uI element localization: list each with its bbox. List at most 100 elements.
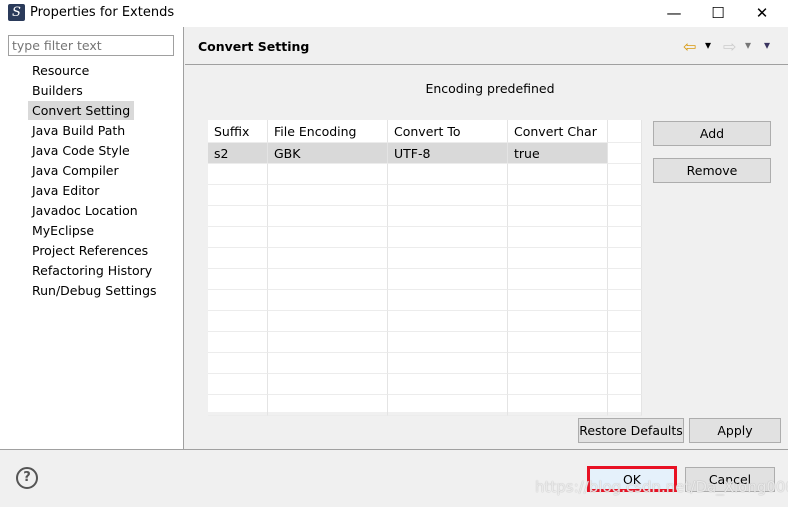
apply-button[interactable]: Apply [689, 418, 781, 443]
nav-item[interactable]: Javadoc Location [28, 201, 142, 220]
ok-button[interactable]: OK [587, 466, 677, 492]
close-button[interactable]: ✕ [740, 0, 784, 27]
remove-button[interactable]: Remove [653, 158, 771, 183]
empty-cell [268, 311, 388, 332]
filter-input[interactable] [8, 35, 174, 56]
empty-cell [388, 395, 508, 416]
help-icon[interactable]: ? [16, 467, 38, 489]
empty-cell [508, 227, 608, 248]
empty-cell [508, 269, 608, 290]
column-header[interactable]: Suffix [208, 120, 268, 143]
column-header[interactable] [608, 120, 642, 143]
column-header[interactable]: Convert Char [508, 120, 608, 143]
empty-cell [508, 290, 608, 311]
nav-item[interactable]: Refactoring History [28, 261, 156, 280]
minimize-button[interactable]: — [652, 0, 696, 27]
empty-cell [508, 248, 608, 269]
empty-cell [388, 164, 508, 185]
page-title: Convert Setting [198, 39, 310, 54]
empty-cell [508, 206, 608, 227]
empty-cell [388, 206, 508, 227]
empty-cell [608, 332, 642, 353]
empty-cell [508, 311, 608, 332]
empty-cell [508, 332, 608, 353]
empty-cell [388, 374, 508, 395]
empty-cell [608, 185, 642, 206]
maximize-button[interactable]: ☐ [696, 0, 740, 27]
window-title: Properties for Extends [30, 5, 175, 20]
nav-item[interactable]: Java Code Style [28, 141, 134, 160]
empty-cell [608, 248, 642, 269]
empty-cell [508, 185, 608, 206]
restore-defaults-button[interactable]: Restore Defaults [578, 418, 684, 443]
encoding-table[interactable]: Suffix File Encoding Convert To Convert Cha… [208, 120, 642, 416]
empty-cell [268, 332, 388, 353]
empty-cell [208, 185, 268, 206]
empty-cell [388, 248, 508, 269]
empty-cell [268, 353, 388, 374]
empty-cell [388, 332, 508, 353]
empty-cell [388, 185, 508, 206]
nav-item[interactable]: Convert Setting [28, 101, 135, 120]
nav-item[interactable]: Builders [28, 81, 87, 100]
table-cell[interactable]: UTF-8 [388, 143, 508, 164]
view-menu-icon[interactable]: ▾ [764, 38, 770, 52]
eclipse-logo-icon: S [8, 4, 25, 21]
empty-cell [208, 206, 268, 227]
empty-cell [268, 374, 388, 395]
empty-cell [608, 143, 642, 164]
empty-cell [208, 374, 268, 395]
forward-dropdown-icon[interactable]: ▾ [745, 38, 751, 52]
column-header[interactable]: File Encoding [268, 120, 388, 143]
empty-cell [208, 269, 268, 290]
nav-item[interactable]: Resource [28, 61, 93, 80]
column-header[interactable]: Convert To [388, 120, 508, 143]
empty-cell [268, 269, 388, 290]
empty-cell [268, 395, 388, 416]
empty-cell [388, 227, 508, 248]
empty-cell [608, 311, 642, 332]
empty-cell [388, 353, 508, 374]
nav-item[interactable]: Java Build Path [28, 121, 129, 140]
empty-cell [388, 311, 508, 332]
section-label: Encoding predefined [425, 81, 555, 96]
nav-item[interactable]: Run/Debug Settings [28, 281, 161, 300]
table-cell[interactable]: GBK [268, 143, 388, 164]
nav-item[interactable]: Java Editor [28, 181, 103, 200]
nav-item[interactable]: Project References [28, 241, 152, 260]
empty-cell [608, 353, 642, 374]
table-cell[interactable]: s2 [208, 143, 268, 164]
empty-cell [268, 227, 388, 248]
add-button[interactable]: Add [653, 121, 771, 146]
empty-cell [268, 164, 388, 185]
empty-cell [268, 206, 388, 227]
empty-cell [208, 290, 268, 311]
empty-cell [208, 332, 268, 353]
nav-item[interactable]: MyEclipse [28, 221, 98, 240]
empty-cell [608, 164, 642, 185]
empty-cell [608, 395, 642, 416]
nav-item[interactable]: Java Compiler [28, 161, 123, 180]
empty-cell [508, 164, 608, 185]
divider [0, 449, 788, 450]
back-dropdown-icon[interactable]: ▾ [705, 38, 711, 52]
empty-cell [608, 206, 642, 227]
table-cell[interactable]: true [508, 143, 608, 164]
empty-cell [508, 374, 608, 395]
empty-cell [608, 290, 642, 311]
empty-cell [268, 290, 388, 311]
empty-cell [608, 374, 642, 395]
empty-cell [208, 248, 268, 269]
empty-cell [388, 269, 508, 290]
empty-cell [268, 248, 388, 269]
cancel-button[interactable]: Cancel [685, 467, 775, 492]
back-arrow-icon[interactable]: ⇦ [683, 37, 696, 56]
empty-cell [508, 353, 608, 374]
forward-arrow-icon[interactable]: ⇨ [723, 37, 736, 56]
empty-cell [388, 290, 508, 311]
empty-cell [208, 164, 268, 185]
empty-cell [208, 227, 268, 248]
empty-cell [208, 311, 268, 332]
empty-cell [508, 395, 608, 416]
empty-cell [268, 185, 388, 206]
